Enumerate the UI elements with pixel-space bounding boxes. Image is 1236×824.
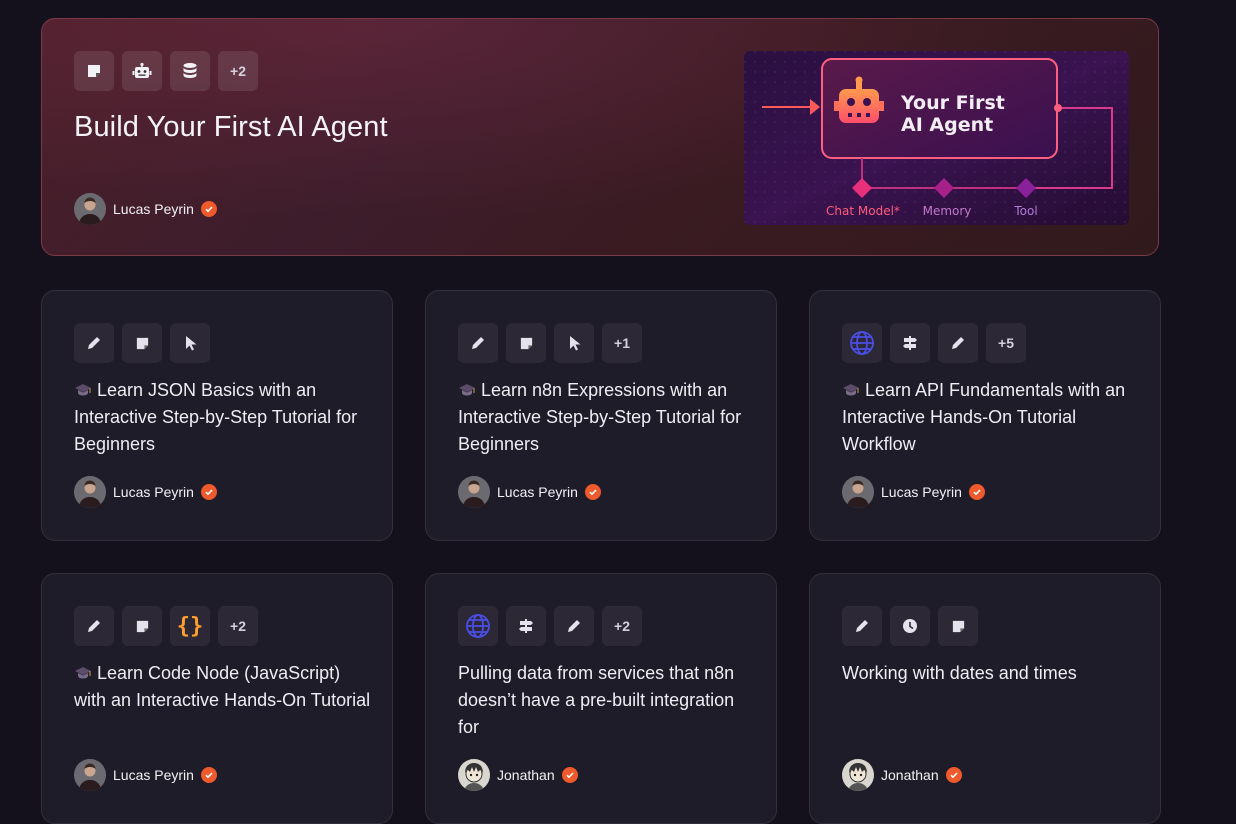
node-icons: {} +2 [74, 606, 258, 646]
pencil-icon [458, 323, 498, 363]
hero-illustration: Your First AI Agent Chat Model* Memory T… [744, 51, 1129, 225]
avatar [842, 759, 874, 791]
signpost-icon [890, 323, 930, 363]
author-name: Jonathan [497, 767, 555, 783]
featured-template-card[interactable]: +2 Build Your First AI Agent Lucas Peyri… [41, 18, 1159, 256]
node-icons [74, 323, 210, 363]
verified-badge-icon [584, 484, 601, 500]
more-nodes-count: +1 [602, 323, 642, 363]
card-author: Lucas Peyrin [842, 476, 985, 508]
port-tool: Tool [1013, 204, 1037, 218]
hero-title: Build Your First AI Agent [74, 111, 388, 143]
more-nodes-count: +2 [218, 606, 258, 646]
author-name: Lucas Peyrin [113, 767, 194, 783]
graduation-cap-icon [459, 384, 475, 396]
graduation-cap-icon [75, 384, 91, 396]
verified-badge-icon [200, 201, 217, 217]
author-name: Jonathan [881, 767, 939, 783]
pencil-icon [74, 323, 114, 363]
card-author: Lucas Peyrin [74, 759, 217, 791]
card-title: Learn Code Node (JavaScript) with an Int… [74, 663, 371, 710]
node-icons [842, 606, 978, 646]
sticky-note-icon [938, 606, 978, 646]
card-author: Lucas Peyrin [74, 476, 217, 508]
avatar [74, 193, 106, 225]
template-card[interactable]: {} +2 Learn Code Node (JavaScript) with … [41, 573, 393, 824]
author-name: Lucas Peyrin [113, 484, 194, 500]
database-icon [170, 51, 210, 91]
author-name: Lucas Peyrin [881, 484, 962, 500]
avatar [458, 476, 490, 508]
verified-badge-icon [561, 767, 578, 783]
author-name: Lucas Peyrin [113, 201, 194, 217]
globe-icon [842, 323, 882, 363]
signpost-icon [506, 606, 546, 646]
avatar [842, 476, 874, 508]
hero-node-icons: +2 [74, 51, 258, 91]
port-chat-model: Chat Model* [826, 204, 900, 218]
card-title: Learn API Fundamentals with an Interacti… [842, 380, 1126, 454]
code-braces-icon: {} [170, 606, 210, 646]
illustration-title-1: Your First [900, 92, 1005, 114]
graduation-cap-icon [843, 384, 859, 396]
card-title: Working with dates and times [842, 663, 1077, 683]
cursor-icon [554, 323, 594, 363]
hero-author: Lucas Peyrin [74, 193, 217, 225]
pencil-icon [842, 606, 882, 646]
more-nodes-count: +5 [986, 323, 1026, 363]
card-author: Jonathan [842, 759, 962, 791]
card-title: Pulling data from services that n8n does… [458, 663, 735, 737]
node-icons: +1 [458, 323, 642, 363]
sticky-note-icon [122, 323, 162, 363]
sticky-note-icon [122, 606, 162, 646]
card-title: Learn n8n Expressions with an Interactiv… [458, 380, 742, 454]
template-card[interactable]: +1 Learn n8n Expressions with an Interac… [425, 290, 777, 541]
template-card[interactable]: +5 Learn API Fundamentals with an Intera… [809, 290, 1161, 541]
template-card[interactable]: Working with dates and times Jonathan [809, 573, 1161, 824]
node-icons: +2 [458, 606, 642, 646]
verified-badge-icon [945, 767, 962, 783]
more-nodes-count: +2 [602, 606, 642, 646]
pencil-icon [938, 323, 978, 363]
clock-icon [890, 606, 930, 646]
robot-icon [122, 51, 162, 91]
more-nodes-count: +2 [218, 51, 258, 91]
avatar [74, 759, 106, 791]
avatar [458, 759, 490, 791]
pencil-icon [554, 606, 594, 646]
graduation-cap-icon [75, 667, 91, 679]
port-memory: Memory [923, 204, 972, 218]
card-author: Jonathan [458, 759, 578, 791]
verified-badge-icon [200, 484, 217, 500]
verified-badge-icon [968, 484, 985, 500]
author-name: Lucas Peyrin [497, 484, 578, 500]
verified-badge-icon [200, 767, 217, 783]
card-title: Learn JSON Basics with an Interactive St… [74, 380, 358, 454]
avatar [74, 476, 106, 508]
template-card[interactable]: Learn JSON Basics with an Interactive St… [41, 290, 393, 541]
illustration-title-2: AI Agent [901, 114, 993, 136]
sticky-note-icon [506, 323, 546, 363]
globe-icon [458, 606, 498, 646]
pencil-icon [74, 606, 114, 646]
cursor-icon [170, 323, 210, 363]
template-card[interactable]: +2 Pulling data from services that n8n d… [425, 573, 777, 824]
sticky-note-icon [74, 51, 114, 91]
node-icons: +5 [842, 323, 1026, 363]
card-author: Lucas Peyrin [458, 476, 601, 508]
